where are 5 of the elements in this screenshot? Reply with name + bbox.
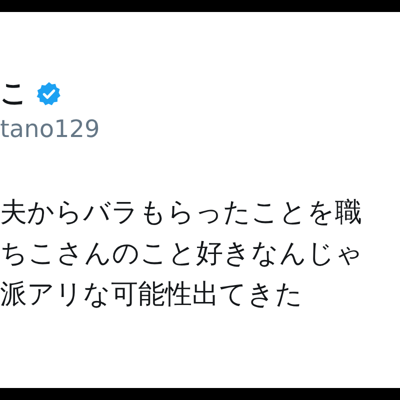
tweet-text-line: 夫からバラもらったことを職 [0,199,363,226]
tweet-text-line: ちこさんのこと好きなんじゃ [0,240,364,267]
author-name[interactable]: こ [0,80,28,107]
tweet-text-line: 派アリな可能性出てきた [0,281,304,308]
user-handle[interactable]: tano129 [0,115,100,143]
